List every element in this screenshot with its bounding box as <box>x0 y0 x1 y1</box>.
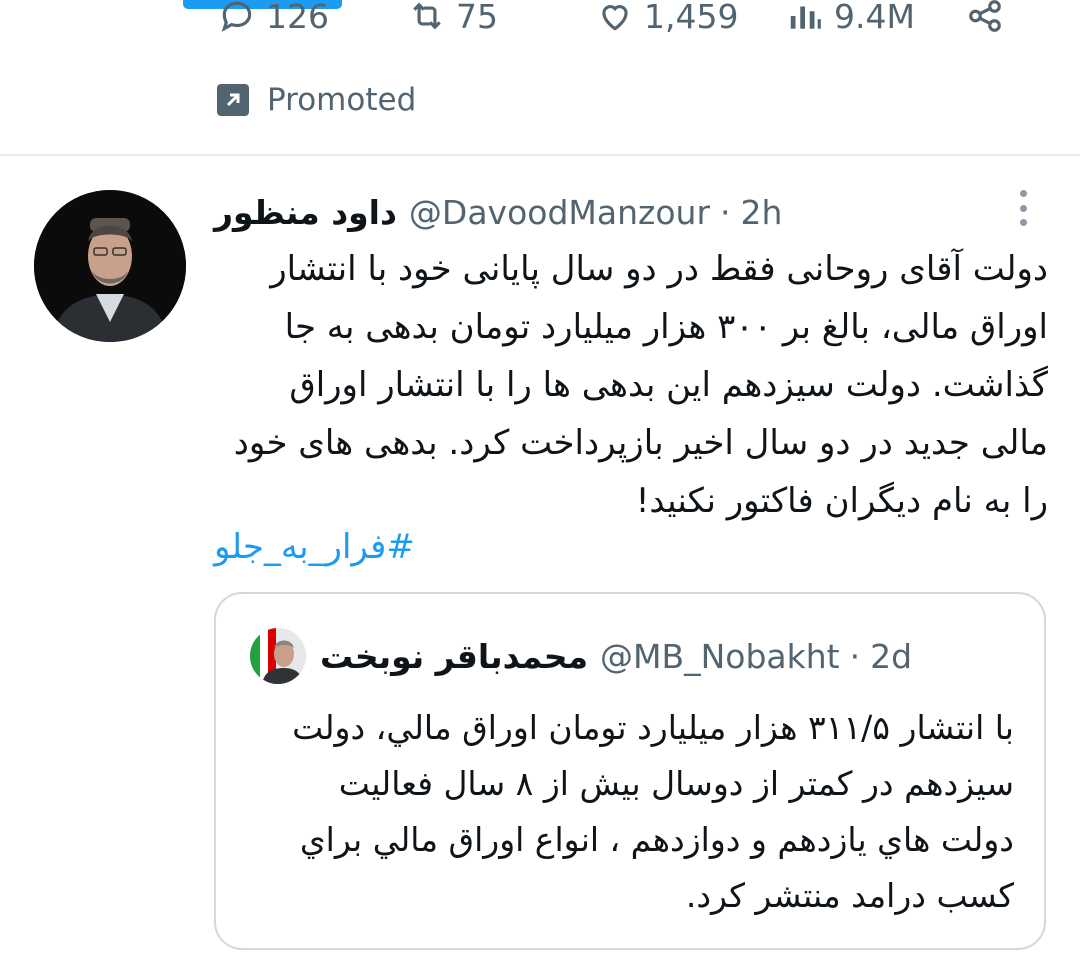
quoted-tweet-text: با انتشار ۳۱۱/۵ هزار ميليارد تومان اوراق… <box>292 708 1014 915</box>
more-options-icon[interactable] <box>1010 190 1036 226</box>
quoted-header-separator: · <box>849 636 861 676</box>
tweet-divider <box>0 154 1080 156</box>
promoted-text: Promoted <box>267 82 417 118</box>
promoted-label: Promoted <box>217 80 416 120</box>
author-name[interactable]: داود منظور <box>214 193 397 232</box>
like-count: 1,459 <box>644 0 739 36</box>
reply-icon <box>221 1 252 32</box>
hashtag-link[interactable]: #فرار_به_جلو <box>214 522 514 572</box>
like-button[interactable]: 1,459 <box>596 0 738 46</box>
quoted-tweet[interactable]: محمدباقر نوبخت @MB_Nobakht · 2d با انتشا… <box>214 592 1046 950</box>
timeline: 126 75 1,459 9.4M Promoted داود منظور @D… <box>0 0 1080 973</box>
promoted-arrow-icon <box>217 84 249 116</box>
share-icon <box>969 0 1001 32</box>
quoted-tweet-time[interactable]: 2d <box>870 637 912 676</box>
tweet-text: دولت آقای روحانی فقط در دو سال پایانی خو… <box>233 249 1048 521</box>
heart-icon <box>602 5 628 31</box>
tweet-header: داود منظور @DavoodManzour · 2h <box>214 186 782 238</box>
retweet-icon <box>413 2 441 30</box>
previous-tweet-action-bar: 126 75 1,459 9.4M <box>0 0 1080 46</box>
reply-count: 126 <box>266 0 329 36</box>
quoted-tweet-header: محمدباقر نوبخت @MB_Nobakht · 2d <box>320 630 912 682</box>
author-avatar[interactable] <box>34 190 186 342</box>
retweet-count: 75 <box>456 0 498 36</box>
quoted-author-avatar[interactable] <box>250 628 306 684</box>
header-separator: · <box>720 192 731 232</box>
views-count: 9.4M <box>834 0 915 36</box>
author-handle[interactable]: @DavoodManzour <box>409 193 710 232</box>
reply-button[interactable]: 126 <box>218 0 329 46</box>
share-button[interactable] <box>966 0 1014 46</box>
views-button[interactable]: 9.4M <box>786 0 915 46</box>
retweet-button[interactable]: 75 <box>408 0 498 46</box>
quoted-author-name[interactable]: محمدباقر نوبخت <box>320 637 588 676</box>
quoted-author-handle[interactable]: @MB_Nobakht <box>600 637 840 676</box>
tweet-time[interactable]: 2h <box>741 193 783 232</box>
views-icon <box>790 6 821 29</box>
